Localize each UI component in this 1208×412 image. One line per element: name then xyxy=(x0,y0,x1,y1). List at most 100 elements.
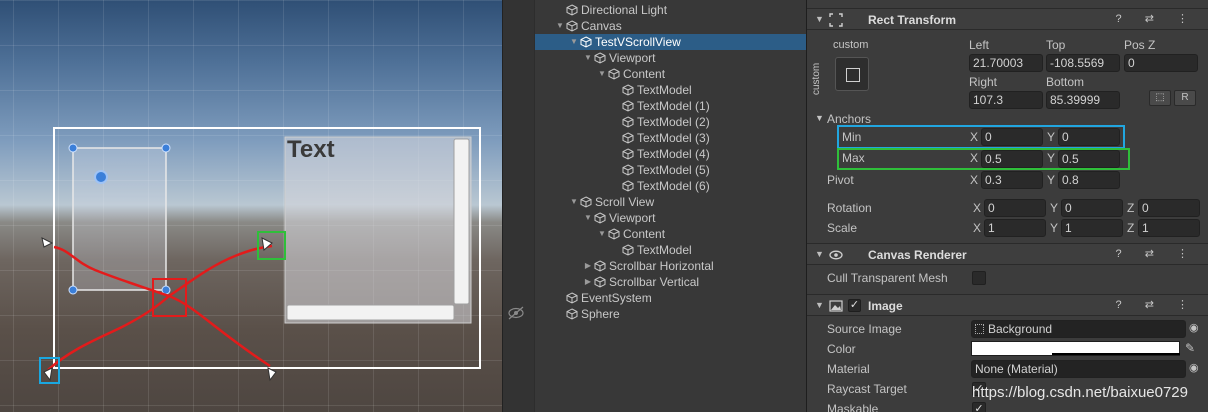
anchor-triangle-bottom[interactable] xyxy=(267,367,277,382)
hierarchy-item[interactable]: Directional Light xyxy=(535,2,806,18)
hierarchy-item[interactable]: Sphere xyxy=(535,306,806,322)
hierarchy-item-label: Sphere xyxy=(581,307,620,321)
hierarchy-item[interactable]: TextModel (4) xyxy=(535,146,806,162)
hierarchy-item-label: Scrollbar Horizontal xyxy=(609,259,714,273)
fold-arrow-icon[interactable]: ▼ xyxy=(815,300,824,310)
component-tools-icons[interactable]: ? ⇄ ⋮ xyxy=(1116,247,1198,260)
scene-view[interactable]: Text xyxy=(0,0,502,412)
expand-arrow-icon[interactable]: ▼ xyxy=(597,226,607,242)
canvas-renderer-header[interactable]: ▼ Canvas Renderer ? ⇄ ⋮ xyxy=(807,243,1208,265)
collapse-arrow-icon[interactable]: ▶ xyxy=(583,258,593,274)
material-field[interactable]: None (Material) xyxy=(971,360,1186,378)
scale-x-field[interactable]: 1 xyxy=(984,219,1046,237)
fold-arrow-icon[interactable]: ▼ xyxy=(815,249,824,259)
scale-z-field[interactable]: 1 xyxy=(1138,219,1200,237)
pivot-handle[interactable] xyxy=(94,170,108,184)
rotation-z-field[interactable]: 0 xyxy=(1138,199,1200,217)
gameobject-cube-icon xyxy=(622,244,634,256)
cull-transparent-mesh-checkbox[interactable] xyxy=(972,271,986,285)
hierarchy-item[interactable]: ▶ Scrollbar Vertical xyxy=(535,274,806,290)
raw-edit-button[interactable]: R xyxy=(1174,90,1196,106)
left-field[interactable]: 21.70003 xyxy=(969,54,1043,72)
hierarchy-item[interactable]: TextModel (5) xyxy=(535,162,806,178)
scrollbar-vertical[interactable] xyxy=(453,138,470,305)
color-swatch[interactable] xyxy=(971,341,1180,356)
top-label: Top xyxy=(1046,38,1066,52)
hierarchy-item[interactable]: ▼ Canvas xyxy=(535,18,806,34)
hierarchy-item[interactable]: TextModel (6) xyxy=(535,178,806,194)
hierarchy-item-label: TextModel (3) xyxy=(637,131,710,145)
handle-top-right[interactable] xyxy=(161,143,171,153)
component-tools-icons[interactable]: ? ⇄ ⋮ xyxy=(1116,298,1198,311)
anchors-fold-icon[interactable]: ▼ xyxy=(815,113,824,123)
source-image-field[interactable]: Background xyxy=(971,320,1186,338)
hierarchy-item-label: Directional Light xyxy=(581,3,668,17)
expand-arrow-icon[interactable]: ▼ xyxy=(583,50,593,66)
hierarchy-item[interactable]: ▼ Viewport xyxy=(535,210,806,226)
anchor-triangle-left[interactable] xyxy=(41,237,54,248)
rotation-y-field[interactable]: 0 xyxy=(1061,199,1123,217)
expand-arrow-icon[interactable]: ▼ xyxy=(555,18,565,34)
gameobject-cube-icon xyxy=(580,36,592,48)
pivot-y-field[interactable]: 0.8 xyxy=(1058,171,1120,189)
hierarchy-item[interactable]: EventSystem xyxy=(535,290,806,306)
component-tools-icons[interactable]: ? ⇄ ⋮ xyxy=(1116,12,1198,25)
image-enabled-checkbox[interactable]: ✓ xyxy=(848,299,861,312)
pivot-x-field[interactable]: 0.3 xyxy=(981,171,1043,189)
min-y-field[interactable]: 0 xyxy=(1058,128,1120,146)
hierarchy-item-label: TextModel (2) xyxy=(637,115,710,129)
handle-bottom-left[interactable] xyxy=(68,285,78,295)
handle-top-left[interactable] xyxy=(68,143,78,153)
blueprint-mode-button[interactable]: ⬚ xyxy=(1149,90,1171,106)
hierarchy-panel[interactable]: Directional Light ▼ Canvas ▼ TestVScrollView… xyxy=(502,0,806,412)
hidden-eye-icon[interactable] xyxy=(507,306,525,320)
gameobject-cube-icon xyxy=(580,196,592,208)
object-picker-icon[interactable]: ◉ xyxy=(1189,321,1199,334)
max-x-field[interactable]: 0.5 xyxy=(981,150,1043,168)
bottom-field[interactable]: 85.39999 xyxy=(1046,91,1120,109)
expand-arrow-icon[interactable]: ▼ xyxy=(569,194,579,210)
anchor-preset-label: custom xyxy=(833,39,869,51)
anchor-triangle-min[interactable] xyxy=(43,367,53,382)
selected-rect[interactable] xyxy=(72,147,167,291)
max-y-field[interactable]: 0.5 xyxy=(1058,150,1120,168)
top-field[interactable]: -108.5569 xyxy=(1046,54,1120,72)
expand-arrow-icon[interactable]: ▼ xyxy=(597,66,607,82)
expand-arrow-icon[interactable]: ▼ xyxy=(569,34,579,50)
hierarchy-item[interactable]: ▼ Viewport xyxy=(535,50,806,66)
hierarchy-item[interactable]: ▼ Content xyxy=(535,226,806,242)
scene-gizmos[interactable] xyxy=(0,0,502,412)
anchor-preset-button[interactable] xyxy=(835,57,869,91)
hierarchy-item[interactable]: ▼ TestVScrollView xyxy=(535,34,806,50)
hierarchy-item[interactable]: TextModel (3) xyxy=(535,130,806,146)
hierarchy-item[interactable]: ▼ Content xyxy=(535,66,806,82)
maskable-checkbox[interactable]: ✓ xyxy=(972,402,986,412)
scale-label: Scale xyxy=(827,221,858,235)
hierarchy-item[interactable]: TextModel (1) xyxy=(535,98,806,114)
hierarchy-item[interactable]: ▼ Scroll View xyxy=(535,194,806,210)
scale-y-field[interactable]: 1 xyxy=(1061,219,1123,237)
hierarchy-item[interactable]: TextModel xyxy=(535,82,806,98)
image-header[interactable]: ▼ ✓ Image ? ⇄ ⋮ xyxy=(807,294,1208,316)
posz-field[interactable]: 0 xyxy=(1124,54,1198,72)
min-x-field[interactable]: 0 xyxy=(981,128,1043,146)
anchor-triangle-max[interactable] xyxy=(261,237,273,251)
inspector-panel[interactable]: ▼ Rect Transform ? ⇄ ⋮ custom custom Lef… xyxy=(806,0,1208,412)
rect-transform-header[interactable]: ▼ Rect Transform ? ⇄ ⋮ xyxy=(807,8,1208,30)
fold-arrow-icon[interactable]: ▼ xyxy=(815,14,824,24)
image-icon xyxy=(829,300,843,312)
hierarchy-item[interactable]: TextModel xyxy=(535,242,806,258)
object-picker-icon[interactable]: ◉ xyxy=(1189,361,1199,374)
rotation-x-field[interactable]: 0 xyxy=(984,199,1046,217)
expand-arrow-icon[interactable]: ▼ xyxy=(583,210,593,226)
eyedropper-icon[interactable]: ✎ xyxy=(1185,341,1195,355)
hierarchy-item[interactable]: ▶ Scrollbar Horizontal xyxy=(535,258,806,274)
right-field[interactable]: 107.3 xyxy=(969,91,1043,109)
alpha-bar xyxy=(1052,353,1180,355)
scene-text-label: Text xyxy=(287,136,335,163)
collapse-arrow-icon[interactable]: ▶ xyxy=(583,274,593,290)
bottom-label: Bottom xyxy=(1046,75,1085,89)
hierarchy-item[interactable]: TextModel (2) xyxy=(535,114,806,130)
scrollbar-horizontal[interactable] xyxy=(286,304,455,321)
gameobject-cube-icon xyxy=(566,292,578,304)
